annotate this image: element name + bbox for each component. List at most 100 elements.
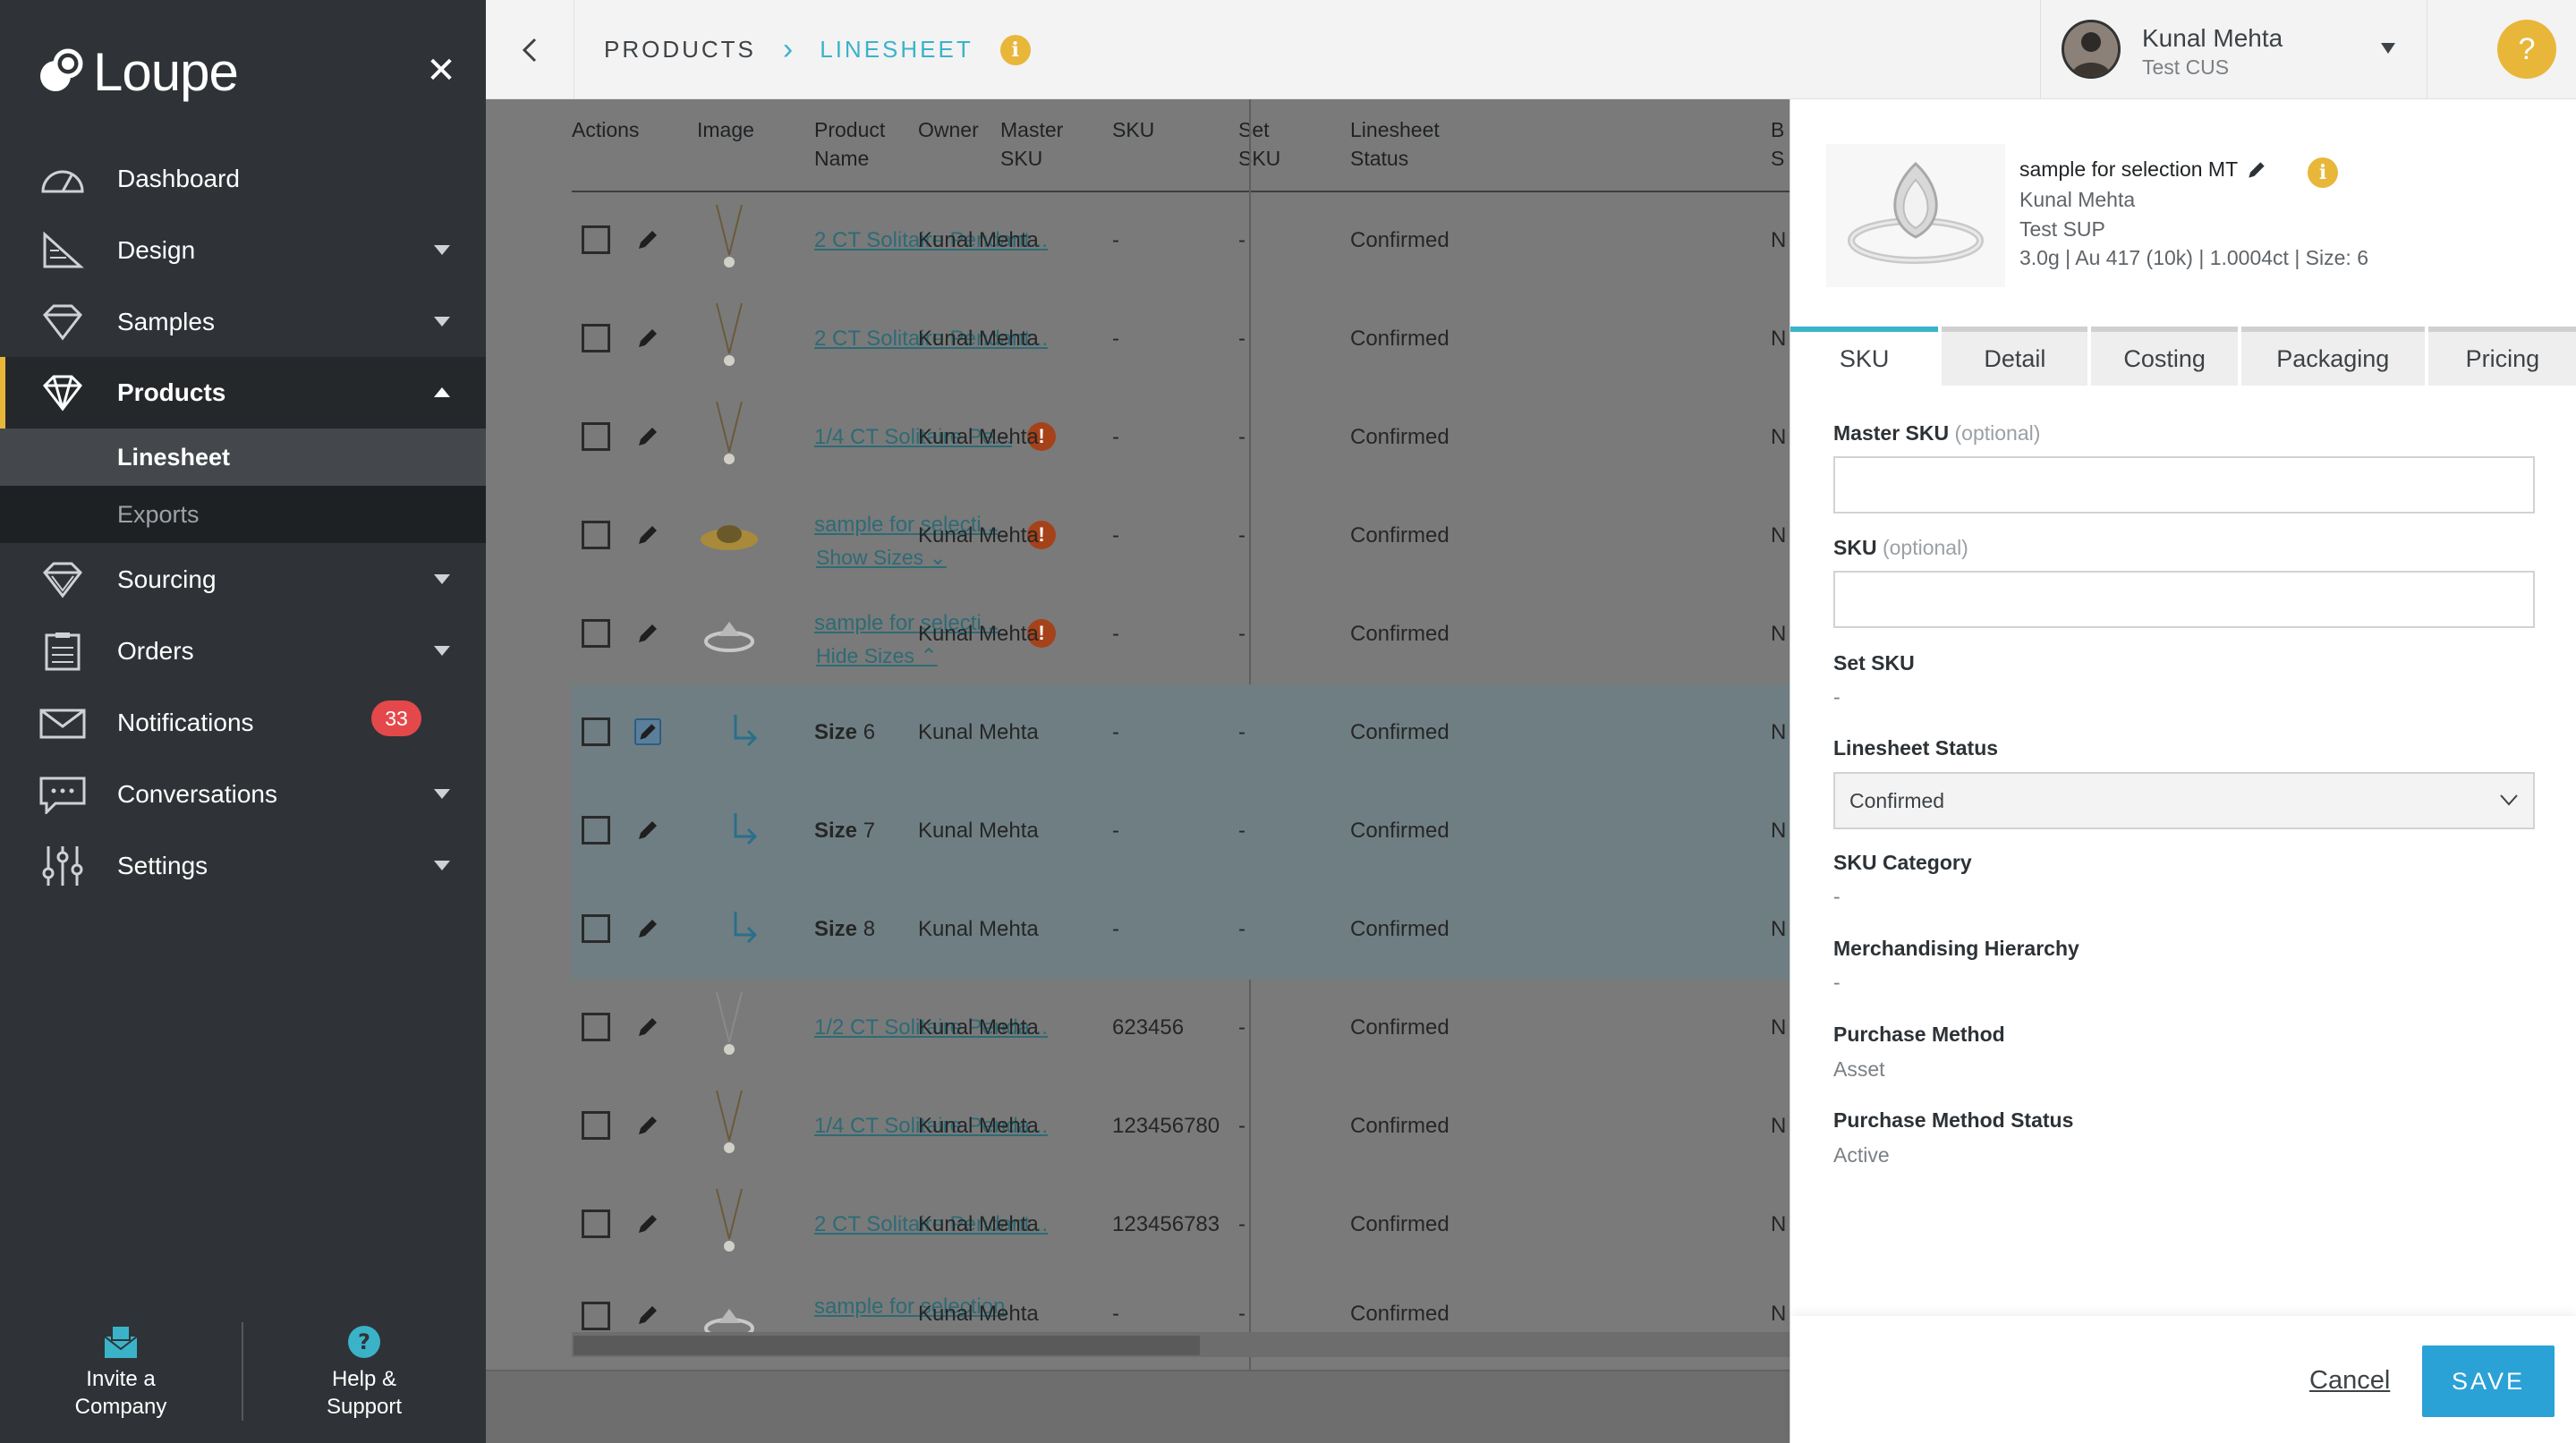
- sidebar-subitem-exports[interactable]: Exports: [0, 486, 486, 543]
- help-support-button[interactable]: ? Help & Support: [243, 1315, 485, 1421]
- table-row[interactable]: 1/2 CT Solitaire Penda... Kunal Mehta - …: [572, 980, 1790, 1078]
- close-sidebar-icon[interactable]: ✕: [426, 53, 456, 89]
- show-sizes-toggle[interactable]: Show Sizes ⌄: [816, 546, 947, 570]
- tab-pricing[interactable]: Pricing: [2427, 327, 2576, 386]
- col-master-sku[interactable]: Master SKU: [1000, 115, 1126, 173]
- owner-cell: Kunal Mehta: [918, 327, 1039, 351]
- b-cell: N: [1771, 720, 1787, 744]
- panel-info-icon[interactable]: i: [2308, 157, 2338, 188]
- linesheet-status-select[interactable]: Confirmed: [1833, 772, 2535, 829]
- row-checkbox[interactable]: [582, 324, 610, 352]
- pencil-icon[interactable]: [634, 1210, 661, 1237]
- chevron-down-icon: [434, 861, 450, 870]
- edit-title-pencil-icon[interactable]: [2245, 158, 2268, 182]
- table-row-size[interactable]: Size 6 Kunal Mehta - - - Confirmed N: [572, 684, 1790, 783]
- info-icon[interactable]: i: [999, 34, 1031, 65]
- tab-costing[interactable]: Costing: [2091, 327, 2238, 386]
- pencil-icon[interactable]: [634, 915, 661, 942]
- row-checkbox[interactable]: [582, 816, 610, 845]
- table-row[interactable]: 1/4 CT Solitaire Pe... ! Kunal Mehta - -…: [572, 389, 1790, 488]
- invite-label-line2: Company: [74, 1395, 167, 1419]
- sidebar-item-design[interactable]: Design: [0, 215, 486, 286]
- col-set-sku[interactable]: Set SKU: [1238, 115, 1364, 173]
- sku-input[interactable]: [1833, 571, 2535, 628]
- row-checkbox[interactable]: [582, 422, 610, 451]
- hide-sizes-toggle[interactable]: Hide Sizes ⌃: [816, 644, 938, 668]
- ring-thumbnail: [704, 622, 754, 652]
- status-cell: Confirmed: [1350, 819, 1450, 843]
- tab-detail[interactable]: Detail: [1942, 327, 2088, 386]
- row-checkbox[interactable]: [582, 1210, 610, 1238]
- table-row-size[interactable]: Size 8 Kunal Mehta - - - Confirmed N: [572, 881, 1790, 980]
- pencil-icon[interactable]: [634, 1112, 661, 1139]
- sidebar-item-settings[interactable]: Settings: [0, 830, 486, 902]
- pencil-icon[interactable]: [634, 620, 661, 647]
- panel-owner: Kunal Mehta: [2019, 188, 2136, 211]
- status-cell: Confirmed: [1350, 622, 1450, 646]
- set-sku-cell: -: [1238, 720, 1245, 744]
- pencil-icon[interactable]: [634, 226, 661, 253]
- sidebar-item-label: Design: [117, 236, 196, 264]
- sku-cell: -: [1112, 228, 1119, 252]
- scrollbar-thumb[interactable]: [574, 1336, 1200, 1355]
- row-checkbox[interactable]: [582, 1111, 610, 1140]
- breadcrumb-products[interactable]: PRODUCTS: [604, 36, 756, 64]
- sidebar-item-orders[interactable]: Orders: [0, 615, 486, 687]
- cancel-button[interactable]: Cancel: [2309, 1366, 2390, 1396]
- horizontal-scrollbar[interactable]: [572, 1332, 1790, 1357]
- pencil-icon[interactable]: [634, 1302, 661, 1328]
- linesheet-table: Actions Image Product Name Owner Master …: [486, 99, 1790, 1443]
- user-menu[interactable]: Kunal Mehta Test CUS: [2040, 0, 2427, 99]
- pencil-icon[interactable]: [634, 817, 661, 844]
- b-cell: N: [1771, 1212, 1787, 1236]
- owner-cell: Kunal Mehta: [918, 228, 1039, 252]
- table-row[interactable]: sample for selecti... Hide Sizes ⌃ ! Kun…: [572, 586, 1790, 684]
- table-row[interactable]: 1/4 CT Solitaire Penda... Kunal Mehta - …: [572, 1078, 1790, 1176]
- app-logo[interactable]: Loupe: [34, 41, 239, 103]
- owner-cell: Kunal Mehta: [918, 1212, 1039, 1236]
- size-value: 6: [863, 720, 876, 744]
- sidebar-item-sourcing[interactable]: Sourcing: [0, 544, 486, 615]
- row-checkbox[interactable]: [582, 717, 610, 746]
- master-sku-input[interactable]: [1833, 456, 2535, 514]
- table-row[interactable]: 2 CT Solitaire Pendant... Kunal Mehta - …: [572, 291, 1790, 389]
- b-cell: N: [1771, 917, 1787, 941]
- b-cell: N: [1771, 1114, 1787, 1138]
- row-checkbox[interactable]: [582, 521, 610, 549]
- sidebar-item-dashboard[interactable]: Dashboard: [0, 143, 486, 215]
- table-row[interactable]: sample for selection Kunal Mehta - - - C…: [572, 1275, 1790, 1332]
- col-sku[interactable]: SKU: [1112, 115, 1237, 144]
- pencil-icon[interactable]: [634, 718, 661, 745]
- tab-sku[interactable]: SKU: [1790, 327, 1939, 386]
- back-button[interactable]: [486, 0, 574, 99]
- row-checkbox[interactable]: [582, 619, 610, 648]
- row-checkbox[interactable]: [582, 1013, 610, 1041]
- table-row[interactable]: 2 CT Solitaire Pendant... Kunal Mehta - …: [572, 1176, 1790, 1275]
- help-button[interactable]: ?: [2497, 20, 2556, 79]
- table-row[interactable]: sample for selecti... Show Sizes ⌄ ! Kun…: [572, 488, 1790, 586]
- tab-packaging[interactable]: Packaging: [2240, 327, 2425, 386]
- row-checkbox[interactable]: [582, 1302, 610, 1330]
- sku-category-label: SKU Category: [1833, 851, 1972, 874]
- row-checkbox[interactable]: [582, 225, 610, 254]
- sidebar-item-products[interactable]: Products: [0, 357, 486, 429]
- pencil-icon[interactable]: [634, 1014, 661, 1040]
- pencil-icon[interactable]: [634, 423, 661, 450]
- invite-company-button[interactable]: Invite a Company: [0, 1315, 242, 1421]
- save-button[interactable]: SAVE: [2422, 1345, 2555, 1417]
- sidebar-item-samples[interactable]: Samples: [0, 286, 486, 358]
- sidebar-subitem-linesheet[interactable]: Linesheet: [0, 429, 486, 486]
- col-b[interactable]: B S: [1771, 115, 1790, 173]
- row-checkbox[interactable]: [582, 914, 610, 943]
- col-linesheet-status[interactable]: Linesheet Status: [1350, 115, 1475, 173]
- loupe-logo-icon: [40, 48, 83, 91]
- chevron-down-icon: [434, 789, 450, 799]
- table-row[interactable]: 2 CT Solitaire Pendant... Kunal Mehta - …: [572, 192, 1790, 291]
- master-sku-cell: -: [1000, 1114, 1007, 1138]
- active-indicator: [0, 357, 5, 429]
- pencil-icon[interactable]: [634, 325, 661, 352]
- table-row-size[interactable]: Size 7 Kunal Mehta - - - Confirmed N: [572, 783, 1790, 881]
- sidebar-item-conversations[interactable]: Conversations: [0, 759, 486, 830]
- sourcing-icon: [43, 562, 82, 598]
- pencil-icon[interactable]: [634, 522, 661, 548]
